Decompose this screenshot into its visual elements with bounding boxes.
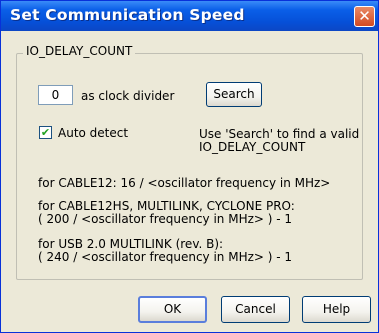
checkmark-icon: ✔ — [40, 126, 51, 139]
formula-usb-line2: ( 240 / <oscillator frequency in MHz> ) … — [38, 250, 293, 264]
clock-divider-input[interactable]: 0 — [38, 85, 73, 105]
close-icon: ✕ — [358, 7, 371, 25]
ok-button[interactable]: OK — [138, 296, 207, 323]
clock-divider-label: as clock divider — [81, 89, 175, 103]
search-button[interactable]: Search — [206, 82, 262, 107]
help-button[interactable]: Help — [302, 296, 371, 323]
cancel-button[interactable]: Cancel — [221, 296, 290, 323]
formula-cable12hs-line1: for CABLE12HS, MULTILINK, CYCLONE PRO: — [38, 199, 295, 213]
formula-cable12: for CABLE12: 16 / <oscillator frequency … — [38, 176, 331, 190]
auto-detect-checkbox[interactable]: ✔ — [39, 126, 52, 139]
dialog-window: Set Communication Speed ✕ IO_DELAY_COUNT… — [0, 0, 379, 333]
auto-detect-label: Auto detect — [58, 126, 129, 140]
title-bar[interactable]: Set Communication Speed ✕ — [1, 1, 378, 31]
close-button[interactable]: ✕ — [354, 6, 375, 27]
group-label: IO_DELAY_COUNT — [23, 44, 136, 58]
search-hint-line1: Use 'Search' to find a valid — [199, 127, 360, 141]
search-hint-line2: IO_DELAY_COUNT — [199, 140, 306, 154]
formula-usb-line1: for USB 2.0 MULTILINK (rev. B): — [38, 237, 224, 251]
formula-cable12hs-line2: ( 200 / <oscillator frequency in MHz> ) … — [38, 212, 293, 226]
window-title: Set Communication Speed — [10, 6, 245, 24]
